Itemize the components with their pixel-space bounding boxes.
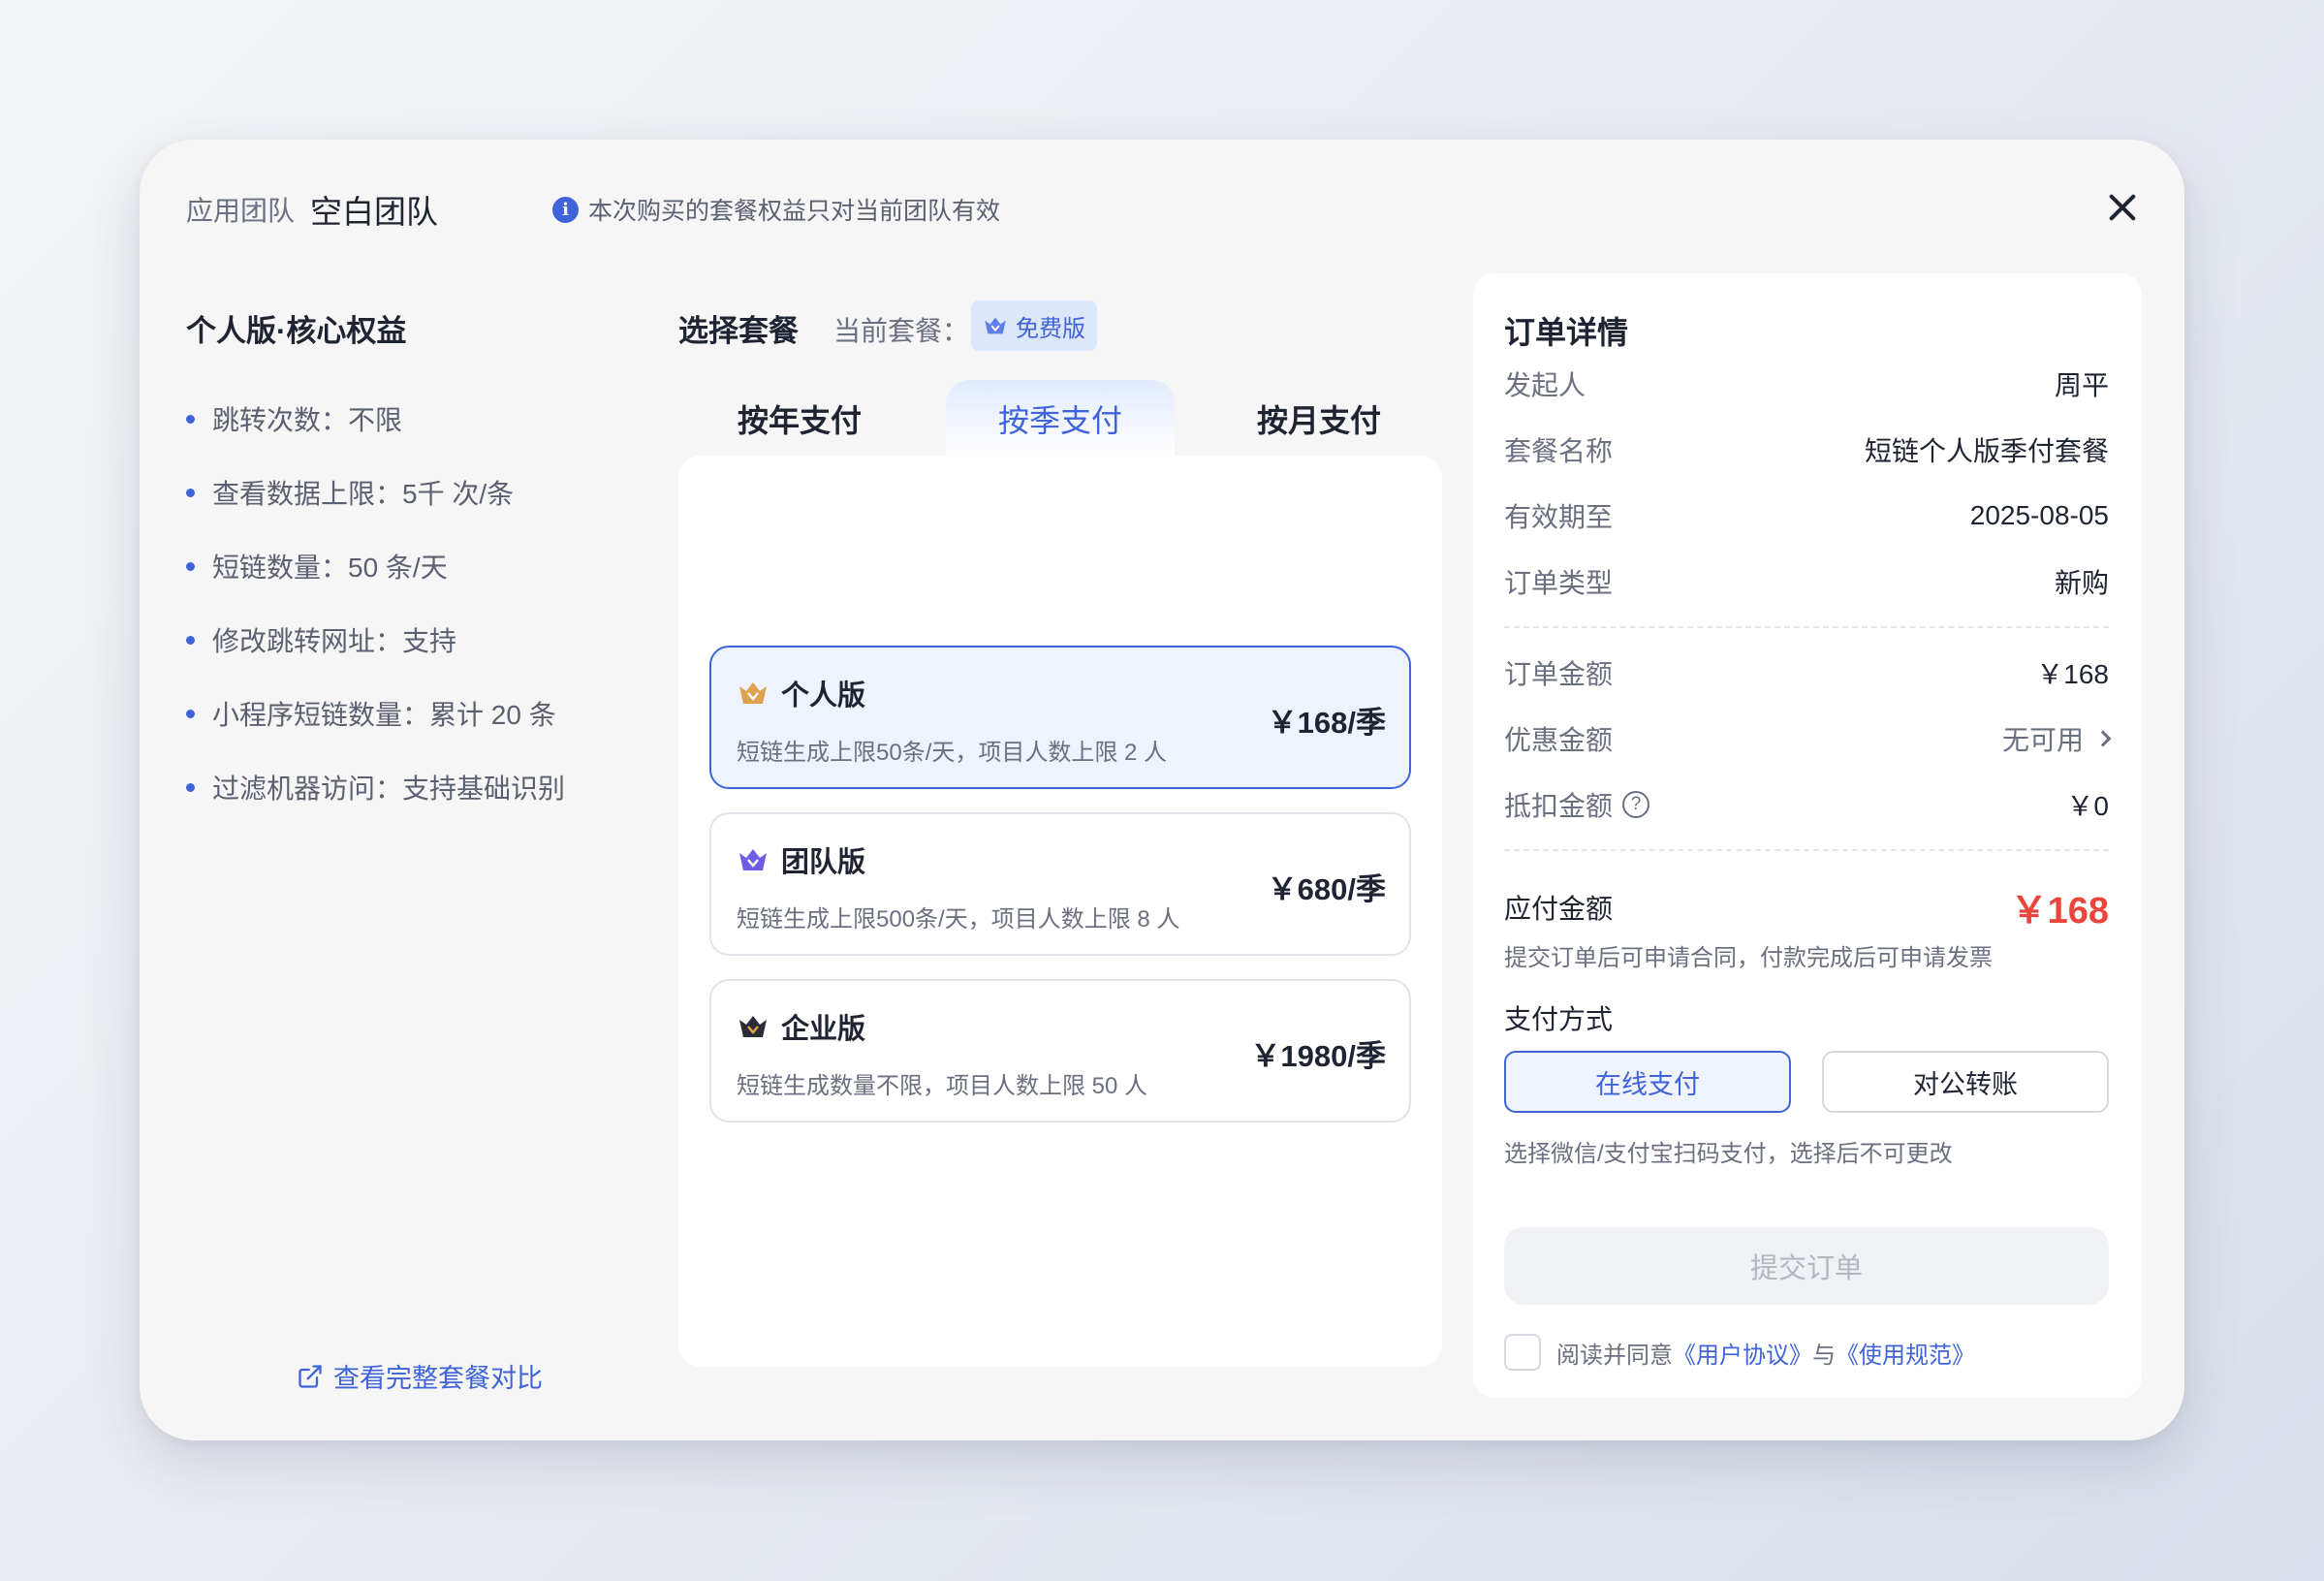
tab-yearly[interactable]: 按年支付 — [678, 380, 921, 458]
submit-order-button[interactable]: 提交订单 — [1504, 1227, 2109, 1305]
plan-card-team[interactable]: 团队版 短链生成上限500条/天，项目人数上限 8 人 ￥680/季 — [709, 812, 1411, 956]
bullet-icon — [186, 561, 195, 571]
plan-price: ￥680/季 — [1267, 872, 1386, 906]
plan-desc: 短链生成数量不限，项目人数上限 50 人 — [737, 1073, 1148, 1099]
benefit-item: 短链数量：50 条/天 — [186, 529, 565, 603]
tab-quarterly[interactable]: 按季支付 — [946, 380, 1175, 458]
current-plan-badge: 免费版 — [971, 300, 1097, 351]
billing-tabs: 按年支付 按季支付 按月支付 — [678, 380, 1442, 458]
close-button[interactable] — [2101, 186, 2144, 229]
order-row-type: 订单类型 新购 — [1504, 568, 2109, 598]
order-title: 订单详情 — [1504, 315, 1629, 350]
pay-amount-label: 应付金额 — [1504, 894, 1614, 924]
purchase-modal: 应用团队 空白团队 i 本次购买的套餐权益只对当前团队有效 个人版·核心权益 跳… — [140, 140, 2184, 1440]
help-icon[interactable]: ? — [1622, 791, 1650, 818]
agreement-row: 阅读并同意《用户协议》与《使用规范》 — [1504, 1334, 1975, 1371]
order-row-discount: 优惠金额 无可用 — [1504, 719, 2112, 758]
crown-icon — [985, 317, 1006, 334]
benefits-title: 个人版·核心权益 — [186, 314, 407, 348]
order-row-valid-until: 有效期至 2025-08-05 — [1504, 500, 2109, 532]
online-payment-button[interactable]: 在线支付 — [1504, 1051, 1791, 1113]
benefit-item: 修改跳转网址：支持 — [186, 603, 565, 677]
benefit-item: 小程序短链数量：累计 20 条 — [186, 677, 565, 750]
chevron-right-icon — [2094, 730, 2112, 747]
bullet-icon — [186, 488, 195, 497]
info-icon: i — [552, 196, 579, 223]
plan-price: ￥1980/季 — [1250, 1039, 1386, 1073]
benefit-item: 过滤机器访问：支持基础识别 — [186, 750, 565, 824]
order-row-amount: 订单金额 ￥168 — [1504, 659, 2109, 689]
crown-icon — [739, 682, 767, 704]
divider — [1504, 849, 2109, 851]
bullet-icon — [186, 635, 195, 645]
crown-icon — [739, 849, 767, 870]
current-plan-label: 当前套餐： — [833, 316, 970, 346]
benefit-item: 跳转次数：不限 — [186, 382, 565, 456]
order-row-plan-name: 套餐名称 短链个人版季付套餐 — [1504, 436, 2109, 466]
bullet-icon — [186, 782, 195, 792]
order-row-deduct: 抵扣金额 ? ￥0 — [1504, 791, 2109, 821]
pay-amount-value: ￥168 — [2010, 891, 2109, 932]
plan-card-enterprise[interactable]: 企业版 短链生成数量不限，项目人数上限 50 人 ￥1980/季 — [709, 979, 1411, 1123]
agree-checkbox[interactable] — [1504, 1334, 1541, 1371]
team-notice: i 本次购买的套餐权益只对当前团队有效 — [552, 192, 1000, 227]
user-agreement-link[interactable]: 《用户协议》 — [1673, 1343, 1812, 1369]
compare-plans-link[interactable]: 查看完整套餐对比 — [297, 1357, 543, 1395]
discount-selector[interactable]: 无可用 — [2002, 719, 2112, 758]
plan-desc: 短链生成上限500条/天，项目人数上限 8 人 — [737, 906, 1180, 933]
tab-monthly[interactable]: 按月支付 — [1198, 380, 1440, 458]
bullet-icon — [186, 414, 195, 424]
bullet-icon — [186, 709, 195, 718]
crown-icon — [739, 1016, 767, 1037]
plan-name: 企业版 — [781, 1014, 866, 1045]
team-name: 空白团队 — [310, 194, 438, 230]
pay-note: 提交订单后可申请合同，付款完成后可申请发票 — [1504, 945, 1993, 971]
external-link-icon — [298, 1364, 322, 1388]
benefit-item: 查看数据上限：5千 次/条 — [186, 456, 565, 529]
plans-title: 选择套餐 — [678, 314, 799, 348]
plan-price: ￥168/季 — [1267, 706, 1386, 740]
plan-card-personal[interactable]: 个人版 短链生成上限50条/天，项目人数上限 2 人 ￥168/季 — [709, 646, 1411, 789]
plan-name: 团队版 — [781, 847, 866, 878]
notice-text: 本次购买的套餐权益只对当前团队有效 — [588, 198, 1001, 225]
divider — [1504, 626, 2109, 628]
payment-method-label: 支付方式 — [1504, 1004, 1614, 1034]
plan-desc: 短链生成上限50条/天，项目人数上限 2 人 — [737, 740, 1168, 766]
benefits-list: 跳转次数：不限 查看数据上限：5千 次/条 短链数量：50 条/天 修改跳转网址… — [186, 382, 565, 824]
plans-panel: 个人版 短链生成上限50条/天，项目人数上限 2 人 ￥168/季 团队版 短链… — [678, 456, 1442, 1367]
order-panel: 订单详情 发起人 周平 套餐名称 短链个人版季付套餐 有效期至 2025-08-… — [1473, 273, 2142, 1398]
team-label: 应用团队 — [186, 196, 296, 226]
bank-transfer-button[interactable]: 对公转账 — [1822, 1051, 2109, 1113]
payment-method-note: 选择微信/支付宝扫码支付，选择后不可更改 — [1504, 1141, 1953, 1167]
plan-name: 个人版 — [781, 680, 866, 711]
order-row-initiator: 发起人 周平 — [1504, 370, 2109, 400]
usage-rules-link[interactable]: 《使用规范》 — [1836, 1343, 1975, 1369]
